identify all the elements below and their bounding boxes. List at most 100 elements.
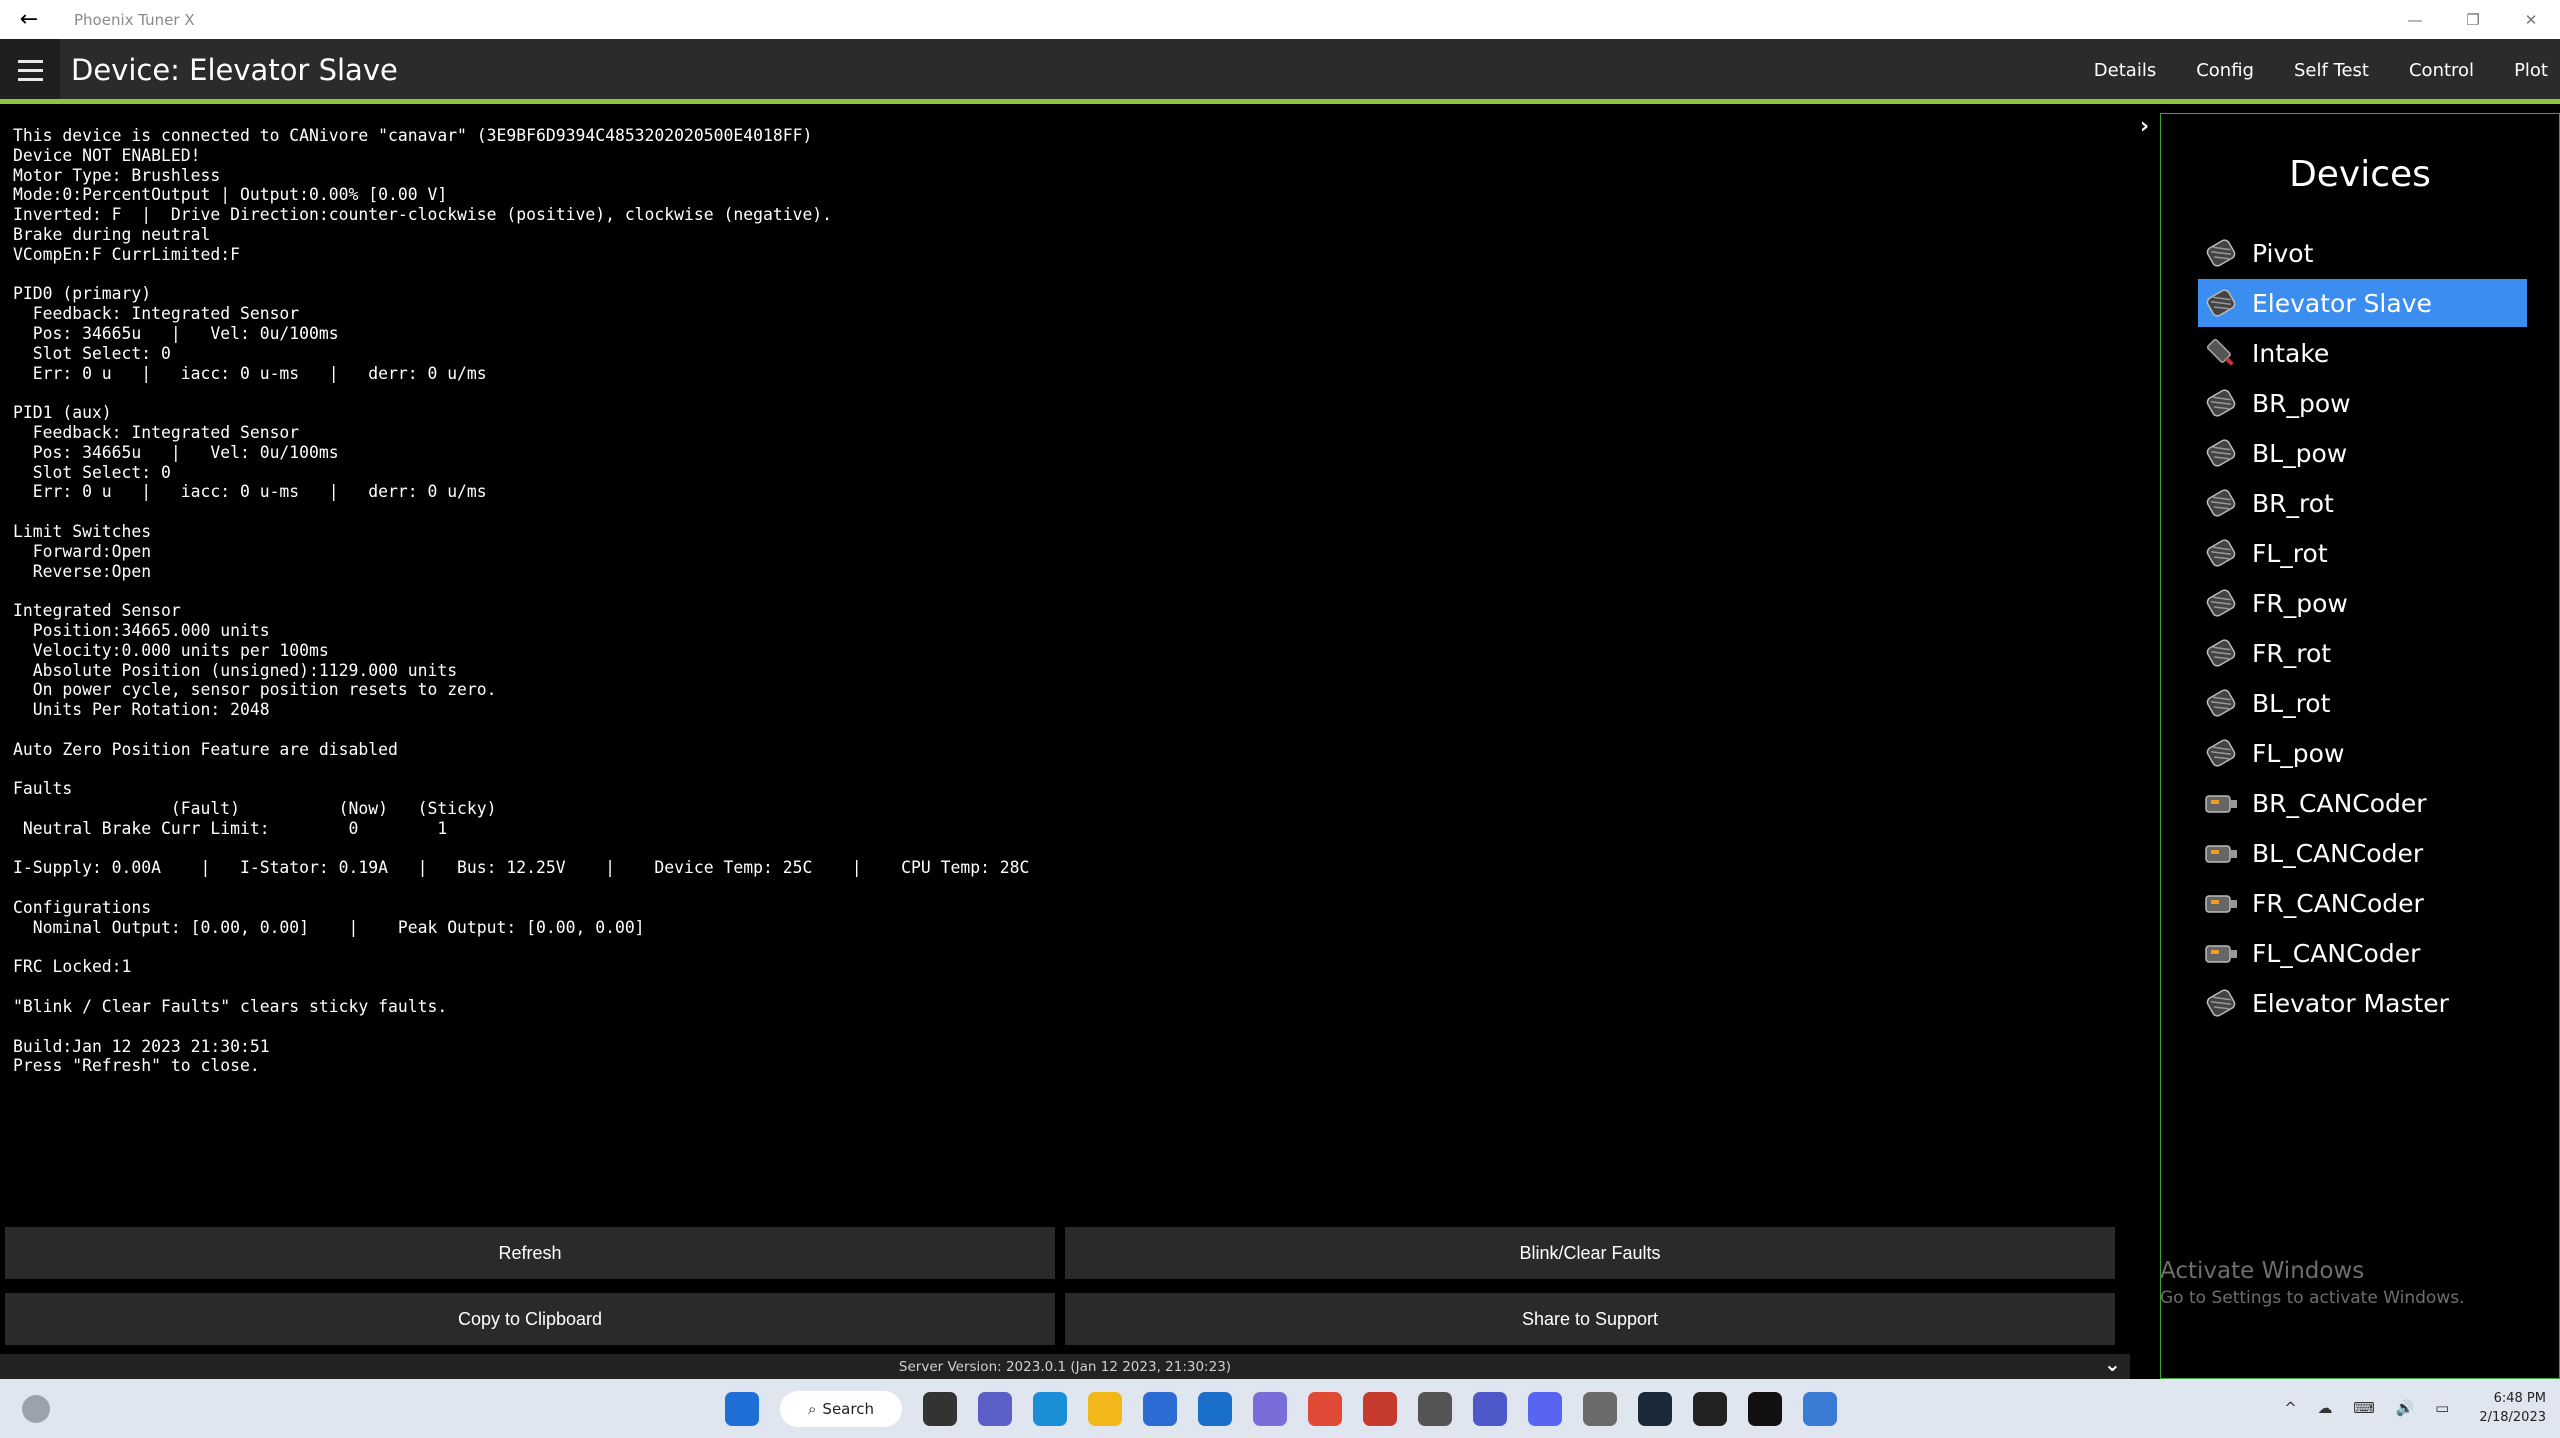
watermark-title: Activate Windows [2160,1258,2365,1284]
device-item[interactable]: FR_rot [2198,629,2527,677]
device-item[interactable]: BL_CANCoder [2198,829,2527,877]
device-item[interactable]: FL_pow [2198,729,2527,777]
hamburger-menu-button[interactable] [0,39,60,101]
device-item-label: BL_CANCoder [2252,838,2424,868]
driver-station-icon[interactable] [1363,1392,1397,1426]
media-player-icon[interactable] [1693,1392,1727,1426]
console-line: Pos: 34665u | Vel: 0u/100ms [13,442,339,462]
device-item[interactable]: FL_rot [2198,529,2527,577]
console-line: Units Per Rotation: 2048 [13,700,270,720]
copilot-icon[interactable] [1253,1392,1287,1426]
clock[interactable]: 6:48 PM 2/18/2023 [2479,1389,2546,1427]
clock-date: 2/18/2023 [2479,1410,2546,1425]
device-item[interactable]: FL_CANCoder [2198,929,2527,977]
device-item[interactable]: Elevator Master [2198,979,2527,1027]
tray-icons[interactable]: ^ ☁ ⌨ 🔊 ▭ [2284,1399,2457,1417]
share-to-support-button[interactable]: Share to Support [1065,1293,2115,1345]
accent-bar [0,99,2560,104]
console-line: Neutral Brake Curr Limit: 0 1 [13,818,448,838]
device-item-label: BL_pow [2252,438,2348,468]
device-item-label: FR_CANCoder [2252,888,2424,918]
device-item-label: FL_rot [2252,538,2328,568]
console-line: Slot Select: 0 [13,462,171,482]
file-explorer-icon[interactable] [1088,1392,1122,1426]
window-controls: — ❐ ✕ [2386,0,2560,39]
start-icon[interactable] [725,1392,759,1426]
ctre-icon[interactable] [1748,1392,1782,1426]
console-line: Err: 0 u | iacc: 0 u-ms | derr: 0 u/ms [13,363,487,383]
console-line: VCompEn:F CurrLimited:F [13,244,240,264]
device-item-label: Elevator Master [2252,988,2449,1018]
back-arrow-icon[interactable]: ← [0,0,58,39]
teams-icon[interactable] [1473,1392,1507,1426]
tab-details[interactable]: Details [2094,60,2156,81]
weather-widget-icon[interactable] [22,1395,50,1423]
game-icon[interactable] [1583,1392,1617,1426]
console-line: Device NOT ENABLED! [13,145,201,165]
device-item-label: Intake [2252,338,2330,368]
device-item[interactable]: BL_rot [2198,679,2527,727]
console-line: On power cycle, sensor position resets t… [13,680,497,700]
talon-motor-icon [2202,234,2240,272]
tab-config[interactable]: Config [2196,60,2254,81]
blink-clear-faults-button[interactable]: Blink/Clear Faults [1065,1227,2115,1279]
app-header: Device: Elevator Slave Details Config Se… [0,39,2560,101]
console-line: Limit Switches [13,521,152,541]
devices-title: Devices [2289,154,2431,195]
discord-icon[interactable] [1528,1392,1562,1426]
talon-motor-icon [2202,384,2240,422]
minimize-icon[interactable]: — [2386,0,2444,39]
device-item[interactable]: BR_rot [2198,479,2527,527]
device-item-label: FL_pow [2252,738,2345,768]
device-item-label: FR_pow [2252,588,2348,618]
close-icon[interactable]: ✕ [2502,0,2560,39]
taskbar-apps: ⌕ Search [725,1389,1858,1429]
tab-plot[interactable]: Plot [2514,60,2548,81]
inkscape-icon[interactable] [1418,1392,1452,1426]
device-list: Pivot Elevator Slave Intake BR_pow BL_pow BR_… [2198,229,2527,1029]
chevron-right-icon[interactable]: › [2140,114,2149,139]
console-line: Press "Refresh" to close. [13,1056,260,1076]
taskbar-search[interactable]: ⌕ Search [780,1391,902,1427]
device-item[interactable]: BR_CANCoder [2198,779,2527,827]
console-line: Integrated Sensor [13,601,181,621]
steam-icon[interactable] [1638,1392,1672,1426]
console-line: Nominal Output: [0.00, 0.00] | Peak Outp… [13,917,645,937]
edge-icon[interactable] [1033,1392,1067,1426]
search-label: Search [822,1400,874,1418]
status-bar: Server Version: 2023.0.1 (Jan 12 2023, 2… [0,1354,2130,1379]
mail-icon[interactable] [1198,1392,1232,1426]
chrome-icon[interactable] [1308,1392,1342,1426]
restore-icon[interactable]: ❐ [2444,0,2502,39]
device-item-label: Pivot [2252,238,2314,268]
device-item[interactable]: FR_pow [2198,579,2527,627]
chevron-down-icon[interactable]: ⌄ [2104,1352,2121,1376]
store-icon[interactable] [1143,1392,1177,1426]
talon-motor-icon [2202,734,2240,772]
device-item-label: FL_CANCoder [2252,938,2421,968]
device-item[interactable]: BL_pow [2198,429,2527,477]
talon-motor-icon [2202,634,2240,672]
task-view-icon[interactable] [923,1392,957,1426]
device-item[interactable]: Elevator Slave [2198,279,2527,327]
device-item[interactable]: Intake [2198,329,2527,377]
tab-self-test[interactable]: Self Test [2294,60,2369,81]
copy-to-clipboard-button[interactable]: Copy to Clipboard [5,1293,1055,1345]
device-item[interactable]: BR_pow [2198,379,2527,427]
device-item-label: BR_rot [2252,488,2334,518]
window-title: Phoenix Tuner X [74,10,195,29]
refresh-button[interactable]: Refresh [5,1227,1055,1279]
chat-icon[interactable] [978,1392,1012,1426]
device-item[interactable]: Pivot [2198,229,2527,277]
console-line: Position:34665.000 units [13,620,270,640]
page-title: Device: Elevator Slave [71,53,398,87]
tab-control[interactable]: Control [2409,60,2474,81]
phoenix-tuner-icon[interactable] [1803,1392,1837,1426]
console-line: "Blink / Clear Faults" clears sticky fau… [13,997,448,1017]
device-item[interactable]: FR_CANCoder [2198,879,2527,927]
hamburger-icon [17,57,43,84]
